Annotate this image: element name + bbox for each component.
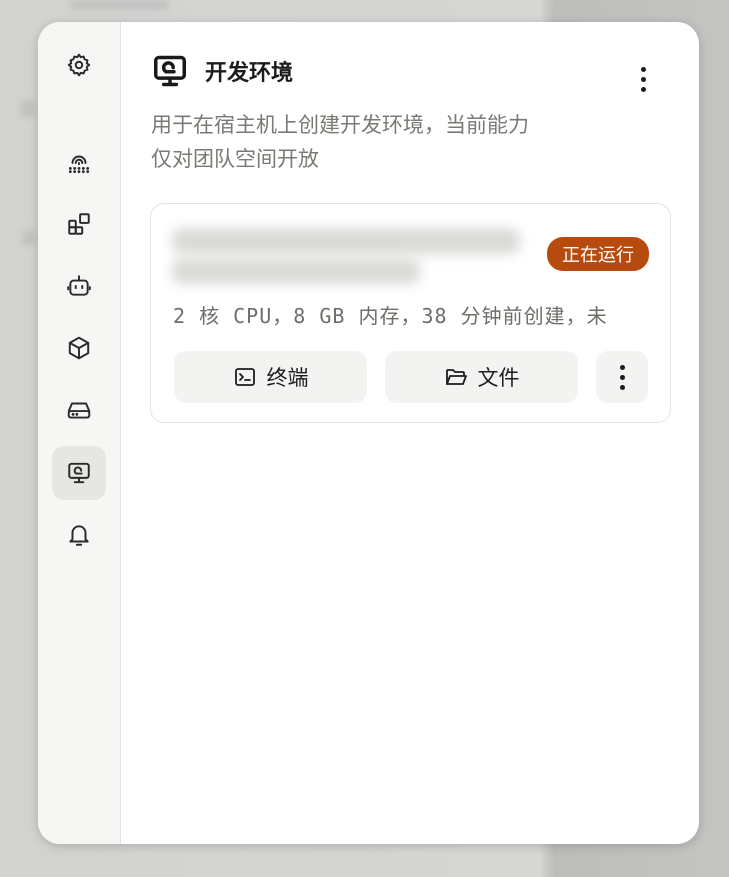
monitor-icon: [68, 462, 90, 484]
environment-specs: 2 核 CPU，8 GB 内存，38 分钟前创建，未: [173, 304, 608, 328]
main-content: 开发环境 用于在宿主机上创建开发环境，当前能力 仅对团队空间开放 正在运行 2 …: [121, 22, 699, 844]
more-vertical-icon: [619, 364, 625, 390]
sidebar-item-packages[interactable]: [52, 321, 106, 375]
sidebar-item-dev-environments[interactable]: [52, 446, 106, 500]
sidebar-item-notifications[interactable]: [52, 508, 106, 562]
files-button-label: 文件: [477, 366, 520, 390]
bell-icon: [69, 525, 89, 546]
sidebar-item-apps[interactable]: [52, 197, 106, 251]
description-line: 用于在宿主机上创建开发环境，当前能力: [151, 113, 529, 137]
environment-more-button[interactable]: [596, 351, 648, 403]
terminal-icon: [234, 368, 255, 386]
hard-drive-icon: [67, 402, 91, 419]
sidebar-item-storage[interactable]: [52, 383, 106, 437]
page-more-button[interactable]: [631, 64, 655, 94]
files-button[interactable]: 文件: [385, 351, 578, 403]
folder-open-icon: [445, 369, 467, 385]
redacted-environment-name: [171, 224, 521, 286]
gear-icon: [67, 53, 91, 77]
terminal-button[interactable]: 终端: [174, 351, 367, 403]
sidebar-rail: [38, 22, 121, 844]
environment-card[interactable]: 正在运行 2 核 CPU，8 GB 内存，38 分钟前创建，未 终端 文件: [150, 203, 671, 423]
page-description: 用于在宿主机上创建开发环境，当前能力 仅对团队空间开放: [151, 108, 611, 176]
environment-actions: 终端 文件: [174, 351, 648, 403]
sidebar-item-settings[interactable]: [52, 38, 106, 92]
terminal-button-label: 终端: [266, 366, 309, 390]
fingerprint-password-icon: [68, 155, 90, 174]
status-badge: 正在运行: [547, 237, 649, 271]
apps-grid-icon: [68, 213, 90, 235]
cube-icon: [68, 336, 90, 360]
dev-environment-panel: 开发环境 用于在宿主机上创建开发环境，当前能力 仅对团队空间开放 正在运行 2 …: [38, 22, 699, 844]
page-header: 开发环境: [151, 52, 293, 90]
more-vertical-icon: [640, 66, 646, 92]
sidebar-item-agents[interactable]: [52, 259, 106, 313]
description-line: 仅对团队空间开放: [151, 147, 319, 171]
sidebar-item-credentials[interactable]: [52, 136, 106, 190]
monitor-icon: [154, 55, 186, 87]
robot-icon: [67, 275, 91, 296]
page-title: 开发环境: [205, 61, 294, 86]
